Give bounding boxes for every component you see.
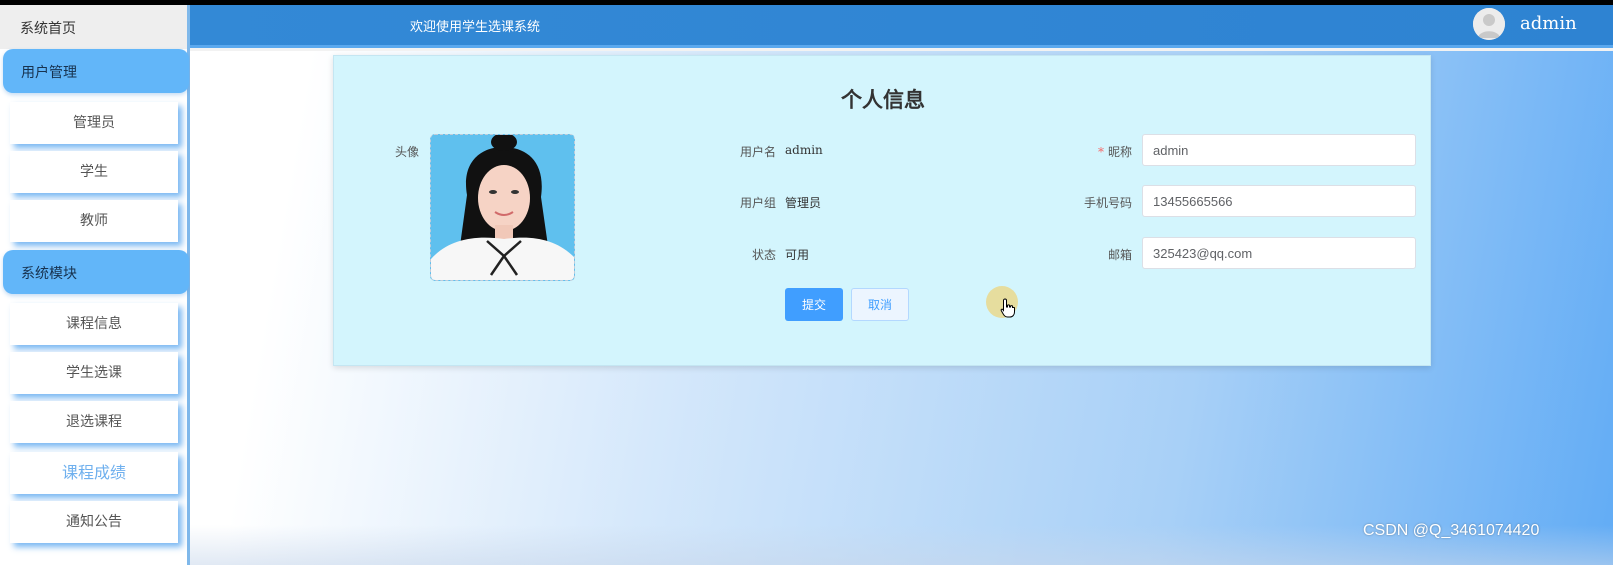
- sidebar-item-course-info[interactable]: 课程信息: [10, 303, 178, 345]
- nickname-label: * 昵称: [1034, 143, 1132, 160]
- status-value: 可用: [785, 248, 810, 262]
- email-input[interactable]: [1142, 237, 1416, 269]
- username-label: 用户名: [739, 145, 776, 159]
- sidebar-item-course-withdraw[interactable]: 退选课程: [10, 401, 178, 443]
- sidebar-group-system-module[interactable]: 系统模块: [3, 250, 189, 294]
- status-label: 状态: [751, 248, 776, 262]
- username-value: admin: [785, 143, 823, 157]
- sidebar-group-user-management[interactable]: 用户管理: [3, 49, 189, 93]
- page-title: 个人信息: [841, 87, 925, 112]
- sidebar-item-notices[interactable]: 通知公告: [10, 501, 178, 543]
- nickname-label-text: 昵称: [1107, 145, 1132, 159]
- submit-button[interactable]: 提交: [785, 288, 843, 321]
- user-avatar-icon[interactable]: [1473, 8, 1505, 40]
- main-content: 个人信息 头像 用户名 admin 用户组 管理员 状态 可用 * 昵称 adm…: [190, 51, 1613, 565]
- header-title: 欢迎使用学生选课系统: [410, 20, 541, 35]
- profile-photo-icon: [431, 135, 574, 280]
- avatar-upload[interactable]: [430, 134, 575, 281]
- cancel-button[interactable]: 取消: [851, 288, 909, 321]
- hand-cursor-icon: [1000, 298, 1015, 318]
- phone-label: 手机号码: [1083, 196, 1132, 210]
- email-label: 邮箱: [1107, 248, 1132, 262]
- phone-input[interactable]: [1142, 185, 1416, 217]
- sidebar: 系统首页 用户管理 管理员 学生 教师 系统模块 课程信息 学生选课 退选课程 …: [0, 5, 190, 565]
- sidebar-item-admin[interactable]: 管理员: [10, 102, 178, 144]
- user-group-value: 管理员: [785, 196, 822, 210]
- sidebar-home[interactable]: 系统首页: [0, 5, 187, 49]
- profile-card: 个人信息 头像 用户名 admin 用户组 管理员 状态 可用 * 昵称 adm…: [333, 55, 1431, 366]
- sidebar-item-course-selection[interactable]: 学生选课: [10, 352, 178, 394]
- sidebar-item-course-grades[interactable]: 课程成绩: [10, 452, 178, 494]
- watermark-text: CSDN @Q_3461074420: [1363, 522, 1540, 539]
- sidebar-item-teacher[interactable]: 教师: [10, 200, 178, 242]
- user-silhouette-icon: [1473, 8, 1505, 40]
- header-username[interactable]: admin: [1520, 13, 1577, 34]
- avatar-label: 头像: [394, 145, 419, 159]
- nickname-input[interactable]: [1142, 134, 1416, 166]
- required-mark: *: [1097, 145, 1104, 159]
- top-header: 欢迎使用学生选课系统 admin: [190, 5, 1613, 48]
- sidebar-item-student[interactable]: 学生: [10, 151, 178, 193]
- user-group-label: 用户组: [739, 196, 776, 210]
- app-screen: 系统首页 用户管理 管理员 学生 教师 系统模块 课程信息 学生选课 退选课程 …: [0, 5, 1613, 565]
